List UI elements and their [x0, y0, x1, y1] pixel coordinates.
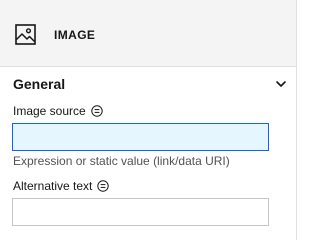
- image-source-label-text: Image source: [13, 104, 86, 118]
- section-title-general[interactable]: General: [13, 76, 65, 92]
- alt-text-label: Alternative text: [13, 179, 110, 193]
- image-icon: [15, 24, 36, 45]
- panel-header: IMAGE: [0, 0, 296, 67]
- panel-title: IMAGE: [54, 28, 96, 42]
- image-source-label: Image source: [13, 104, 103, 118]
- chevron-down-icon[interactable]: [274, 77, 288, 91]
- properties-panel: IMAGE General Image source Expression or…: [0, 0, 297, 240]
- image-source-helper-text: Expression or static value (link/data UR…: [13, 154, 230, 168]
- image-source-input[interactable]: [12, 123, 269, 151]
- info-icon[interactable]: [91, 105, 103, 117]
- alt-text-input[interactable]: [12, 198, 269, 226]
- info-icon[interactable]: [97, 180, 110, 192]
- alt-text-label-text: Alternative text: [13, 179, 93, 193]
